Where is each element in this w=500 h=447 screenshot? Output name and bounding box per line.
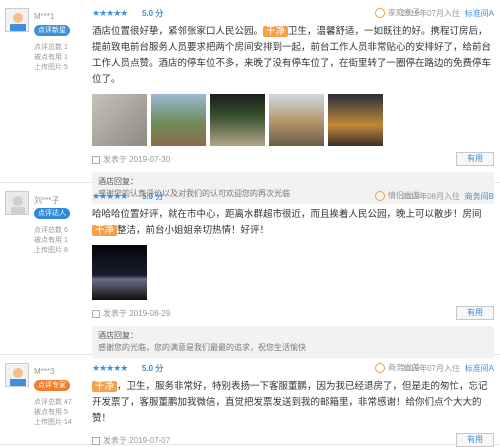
review-content: ★★★★★ 5.0 分 家庭亲子 2019年07月入住 标准间A 酒店位置很好挚… bbox=[92, 6, 494, 204]
review-meta: 发表于 2019-08-29 有用 bbox=[92, 306, 494, 320]
rating-score: 5.0 分 bbox=[142, 364, 164, 373]
room-type-link[interactable]: 商务间B bbox=[465, 191, 494, 202]
posted-date: 发表于 2019-07-07 bbox=[92, 435, 170, 446]
avatar[interactable] bbox=[5, 363, 29, 387]
review-content: ★★★★★ 5.0 分 商务出差 2019年07月入住 标准间A 干净 ，卫生，服… bbox=[92, 361, 494, 447]
review-header: ★★★★★ 5.0 分 家庭亲子 2019年07月入住 标准间A bbox=[92, 6, 494, 20]
rating-score: 5.0 分 bbox=[142, 192, 164, 201]
reviewer-badge: 点评达人 bbox=[34, 208, 70, 219]
review-meta: 发表于 2019-07-30 有用 bbox=[92, 152, 494, 166]
reviewer-stats: 点评总数 47 被点有用 5 上传图片 14 bbox=[34, 399, 72, 426]
hotel-reply: 酒店回复： 感谢您的光临，您的满意是我们最最的追求，祝您生活愉快 bbox=[92, 326, 494, 358]
review-photos bbox=[92, 94, 494, 146]
reply-title: 酒店回复： bbox=[98, 331, 138, 340]
rating-stars: ★★★★★ bbox=[92, 363, 128, 373]
review-content: ★★★★★ 5.0 分 情侣出游 2019年08月入住 商务间B 哈哈哈位置好评… bbox=[92, 189, 494, 358]
useful-button[interactable]: 有用 bbox=[456, 152, 494, 166]
review-photo[interactable] bbox=[92, 245, 147, 300]
reviewer-name[interactable]: 刘***子 bbox=[34, 195, 59, 206]
avatar[interactable] bbox=[5, 8, 29, 32]
review-photo[interactable] bbox=[328, 94, 383, 146]
reviewer-name[interactable]: M***1 bbox=[34, 12, 54, 21]
review-header: ★★★★★ 5.0 分 商务出差 2019年07月入住 标准间A bbox=[92, 361, 494, 375]
reviewer-stats: 点评总数 1 被点有用 1 上传图片 5 bbox=[34, 44, 68, 71]
calendar-icon bbox=[92, 155, 100, 164]
review-photo[interactable] bbox=[210, 94, 265, 146]
posted-date: 发表于 2019-07-30 bbox=[92, 154, 170, 165]
rating-stars: ★★★★★ bbox=[92, 8, 128, 18]
reviewer-stats: 点评总数 6 被点有用 1 上传图片 8 bbox=[34, 227, 68, 254]
review-photo[interactable] bbox=[269, 94, 324, 146]
review-header: ★★★★★ 5.0 分 情侣出游 2019年08月入住 商务间B bbox=[92, 189, 494, 203]
calendar-icon bbox=[92, 309, 100, 318]
keyword-highlight: 干净 bbox=[263, 26, 289, 37]
checkin-date: 2019年07月入住 bbox=[401, 9, 460, 18]
review-item: M***3 点评专家 点评总数 47 被点有用 5 上传图片 14 ★★★★★ … bbox=[0, 355, 500, 447]
keyword-highlight: 干净 bbox=[92, 225, 118, 236]
keyword-highlight: 干净 bbox=[92, 381, 118, 392]
review-text: 酒店位置很好挚，紧邻张家口人民公园。 干净 卫生，温馨舒适，一如既往的好。携程订房后… bbox=[92, 26, 492, 85]
review-item: 刘***子 点评达人 点评总数 6 被点有用 1 上传图片 8 ★★★★★ 5.… bbox=[0, 183, 500, 358]
calendar-icon bbox=[92, 436, 100, 445]
rating-stars: ★★★★★ bbox=[92, 191, 128, 201]
room-type-link[interactable]: 标准间A bbox=[465, 8, 494, 19]
checkin-date: 2019年08月入住 bbox=[401, 192, 460, 201]
trip-type-icon bbox=[375, 190, 385, 201]
rating-score: 5.0 分 bbox=[142, 9, 164, 18]
reviewer-badge: 点评专家 bbox=[34, 380, 70, 391]
reply-text: 感谢您的光临，您的满意是我们最最的追求，祝您生活愉快 bbox=[98, 343, 306, 352]
trip-type-icon bbox=[375, 7, 385, 18]
posted-date: 发表于 2019-08-29 bbox=[92, 308, 170, 319]
review-photos bbox=[92, 245, 494, 300]
review-photo[interactable] bbox=[92, 94, 147, 146]
reviewer-badge: 点评新星 bbox=[34, 25, 70, 36]
useful-button[interactable]: 有用 bbox=[456, 306, 494, 320]
reviewer-name[interactable]: M***3 bbox=[34, 367, 54, 376]
avatar[interactable] bbox=[5, 191, 29, 215]
checkin-date: 2019年07月入住 bbox=[401, 364, 460, 373]
room-type-link[interactable]: 标准间A bbox=[465, 363, 494, 374]
trip-type-icon bbox=[375, 362, 385, 373]
review-text: 哈哈哈位置好评，就在市中心，距离水群超市很近，而且挨着人民公园，晚上可以散步！房… bbox=[92, 209, 482, 236]
review-photo[interactable] bbox=[151, 94, 206, 146]
review-item: M***1 点评新星 点评总数 1 被点有用 1 上传图片 5 ★★★★★ 5.… bbox=[0, 0, 500, 204]
review-text: 干净 ，卫生，服务非常好，特别表扬一下客服董鹏，因为我已经退房了，但是走的匆忙，忘… bbox=[92, 381, 488, 424]
